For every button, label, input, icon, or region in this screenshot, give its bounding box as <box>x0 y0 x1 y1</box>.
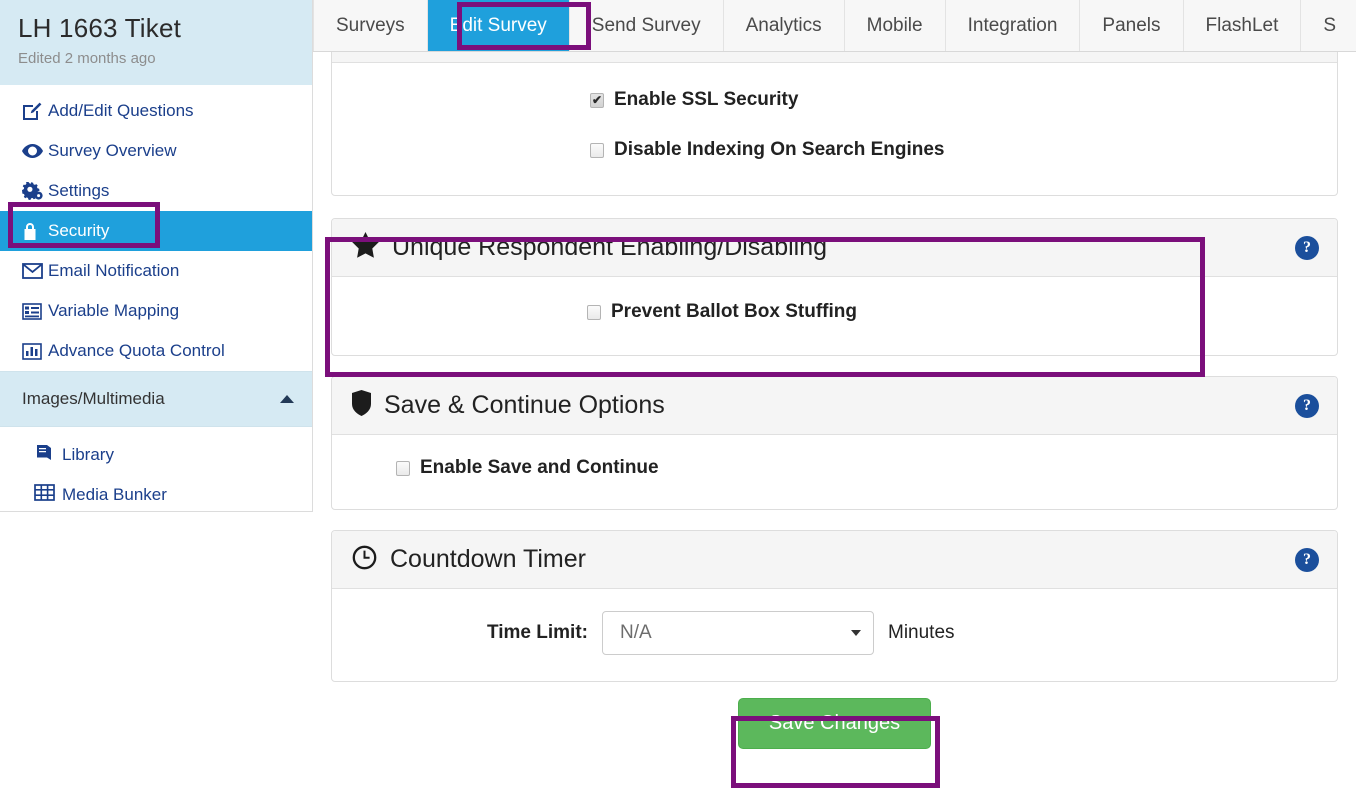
time-limit-units: Minutes <box>888 622 955 643</box>
tab-surveys[interactable]: Surveys <box>313 0 428 51</box>
panel-unique-respondent: Unique Respondent Enabling/Disabling ? P… <box>331 218 1338 356</box>
sidebar-item-label: Email Notification <box>48 261 180 280</box>
survey-edited-timestamp: Edited 2 months ago <box>18 50 156 67</box>
main-content: ? ✔ Enable SSL Security Disable Indexing… <box>313 52 1356 790</box>
pencil-square-icon <box>22 102 48 121</box>
tab-panels[interactable]: Panels <box>1080 0 1184 51</box>
checkbox-enable-ssl[interactable]: ✔ <box>590 92 604 108</box>
tab-flashlet[interactable]: FlashLet <box>1184 0 1302 51</box>
checkbox-row-prevent-ballot-stuffing: Prevent Ballot Box Stuffing <box>332 301 1337 323</box>
sidebar-item-advance-quota-control[interactable]: Advance Quota Control <box>0 331 312 371</box>
list-icon <box>22 302 48 320</box>
checkbox-row-enable-save-continue: Enable Save and Continue <box>332 457 1337 479</box>
lock-icon <box>22 222 48 241</box>
panel-header: Save & Continue Options ? <box>332 377 1337 435</box>
sidebar-section-images-multimedia[interactable]: Images/Multimedia <box>0 371 312 427</box>
book-icon <box>34 444 62 467</box>
sidebar-item-security[interactable]: Security <box>0 211 312 251</box>
sidebar-item-label: Variable Mapping <box>48 301 180 320</box>
panel-countdown-timer: Countdown Timer ? Time Limit: N/A Minute… <box>331 530 1338 682</box>
checkbox-label: Prevent Ballot Box Stuffing <box>611 301 857 322</box>
checkbox-enable-save-continue[interactable] <box>396 460 410 476</box>
gears-icon <box>22 182 48 200</box>
help-icon[interactable]: ? <box>1295 235 1319 260</box>
sidebar-item-settings[interactable]: Settings <box>0 171 312 211</box>
chevron-down-icon <box>851 630 861 636</box>
tab-integration[interactable]: Integration <box>946 0 1081 51</box>
star-icon <box>352 232 379 263</box>
help-icon[interactable]: ? <box>1295 393 1319 418</box>
chevron-up-icon <box>280 395 294 403</box>
sidebar-item-label: Advance Quota Control <box>48 341 225 360</box>
tab-analytics[interactable]: Analytics <box>724 0 845 51</box>
sidebar-nav-list: Add/Edit Questions Survey Overview Setti… <box>0 85 312 371</box>
eye-icon <box>22 143 48 159</box>
film-icon <box>34 484 62 506</box>
panel-header-left: Unique Respondent Enabling/Disabling <box>352 232 827 263</box>
sidebar-item-label: Security <box>48 221 110 240</box>
panel-save-continue: Save & Continue Options ? Enable Save an… <box>331 376 1338 510</box>
panel-title: Countdown Timer <box>390 545 586 573</box>
save-changes-button[interactable]: Save Changes <box>737 698 932 749</box>
checkbox-label: Enable Save and Continue <box>420 457 659 478</box>
panel-body: Time Limit: N/A Minutes <box>332 589 1337 681</box>
save-button-wrap: Save Changes <box>313 698 1356 749</box>
survey-header: LH 1663 Tiket Edited 2 months ago <box>0 0 312 85</box>
checkbox-prevent-ballot-stuffing[interactable] <box>587 304 601 320</box>
checkbox-label: Disable Indexing On Search Engines <box>614 139 945 160</box>
top-navigation-tabs: Surveys Edit Survey Send Survey Analytic… <box>313 0 1356 52</box>
panel-header-left: Save & Continue Options <box>352 390 665 421</box>
checkbox-row-disable-indexing: Disable Indexing On Search Engines <box>332 139 1337 161</box>
help-icon[interactable]: ? <box>1295 547 1319 572</box>
sidebar-item-library[interactable]: Library <box>0 435 312 475</box>
panel-header-left: Countdown Timer <box>352 545 586 575</box>
panel-body: ✔ Enable SSL Security Disable Indexing O… <box>332 63 1337 195</box>
checkbox-row-enable-ssl: ✔ Enable SSL Security <box>332 89 1337 111</box>
panel-title: Unique Respondent Enabling/Disabling <box>392 233 828 261</box>
tab-edit-survey[interactable]: Edit Survey <box>427 0 570 51</box>
time-limit-row: Time Limit: N/A Minutes <box>332 611 1337 655</box>
panel-title: Save & Continue Options <box>384 391 665 419</box>
panel-header: ? <box>332 52 1337 63</box>
sidebar-sub-list: Library Media Bunker <box>0 427 312 515</box>
tab-truncated[interactable]: S <box>1301 0 1356 51</box>
tab-mobile[interactable]: Mobile <box>845 0 946 51</box>
time-limit-label: Time Limit: <box>487 622 588 643</box>
sidebar-item-email-notification[interactable]: Email Notification <box>0 251 312 291</box>
bar-chart-icon <box>22 342 48 360</box>
app-root: LH 1663 Tiket Edited 2 months ago Add/Ed… <box>0 0 1356 790</box>
checkbox-disable-indexing[interactable] <box>590 142 604 158</box>
panel-ssl-security: ? ✔ Enable SSL Security Disable Indexing… <box>331 52 1338 196</box>
sidebar-item-label: Library <box>62 445 114 464</box>
time-limit-select[interactable]: N/A <box>602 611 874 655</box>
panel-body: Enable Save and Continue <box>332 435 1337 509</box>
clock-icon <box>352 545 377 575</box>
sidebar-item-label: Survey Overview <box>48 141 177 160</box>
sidebar-item-add-edit-questions[interactable]: Add/Edit Questions <box>0 91 312 131</box>
shield-icon <box>352 390 371 421</box>
sidebar-item-survey-overview[interactable]: Survey Overview <box>0 131 312 171</box>
sidebar-item-label: Media Bunker <box>62 485 167 504</box>
sidebar-item-label: Add/Edit Questions <box>48 101 194 120</box>
panel-body: Prevent Ballot Box Stuffing <box>332 277 1337 355</box>
panel-header: Unique Respondent Enabling/Disabling ? <box>332 219 1337 277</box>
panel-header: Countdown Timer ? <box>332 531 1337 589</box>
envelope-icon <box>22 263 48 279</box>
sidebar-item-variable-mapping[interactable]: Variable Mapping <box>0 291 312 331</box>
sidebar-item-media-bunker[interactable]: Media Bunker <box>0 475 312 515</box>
page-title: LH 1663 Tiket <box>18 13 182 43</box>
checkbox-label: Enable SSL Security <box>614 89 799 110</box>
time-limit-value: N/A <box>620 622 652 643</box>
tab-send-survey[interactable]: Send Survey <box>570 0 724 51</box>
sidebar-item-label: Settings <box>48 181 110 200</box>
sidebar-section-label: Images/Multimedia <box>22 389 165 408</box>
sidebar: LH 1663 Tiket Edited 2 months ago Add/Ed… <box>0 0 313 512</box>
